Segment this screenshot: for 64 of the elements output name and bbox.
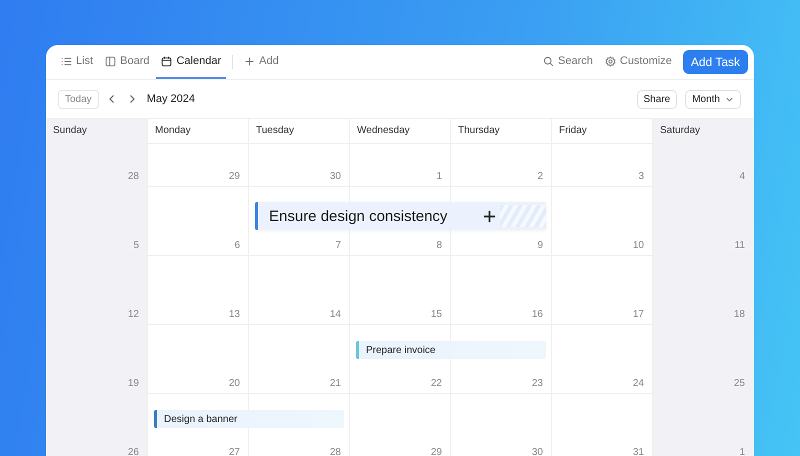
- weekday-header: Thursday: [451, 119, 552, 143]
- weekday-header: Wednesday: [350, 119, 451, 143]
- date-number: 16: [532, 309, 543, 320]
- calendar-icon: [161, 56, 172, 66]
- plus-icon: [244, 56, 256, 66]
- add-view-button[interactable]: Add: [239, 45, 284, 79]
- view-dropdown[interactable]: Month: [685, 90, 741, 108]
- event-bar[interactable]: Design a banner: [154, 410, 344, 428]
- weekday-header: Tuesday: [249, 119, 350, 143]
- date-number: 23: [532, 378, 543, 389]
- date-number: 14: [330, 309, 341, 320]
- search-button[interactable]: Search: [538, 45, 598, 79]
- view-tab[interactable]: Calendar: [156, 45, 226, 79]
- date-number: 5: [133, 240, 139, 251]
- date-number: 26: [128, 447, 139, 456]
- share-button[interactable]: Share: [636, 90, 678, 108]
- date-number: 29: [430, 447, 442, 456]
- date-number: 19: [128, 378, 139, 389]
- date-number: 21: [330, 378, 341, 389]
- event-bar[interactable]: Ensure design consistency: [255, 202, 546, 230]
- list-icon: [61, 56, 72, 66]
- date-number: 15: [430, 309, 442, 320]
- customize-button[interactable]: Customize: [600, 45, 677, 79]
- date-number: 3: [638, 171, 644, 182]
- weekday-header: Sunday: [46, 119, 148, 143]
- date-number: 18: [734, 309, 745, 320]
- view-tab[interactable]: Board: [100, 45, 154, 79]
- date-number: 29: [228, 171, 240, 182]
- date-number: 22: [430, 378, 442, 389]
- date-number: 13: [228, 309, 240, 320]
- date-number: 12: [128, 309, 139, 320]
- date-number: 28: [330, 447, 341, 456]
- date-number: 2: [537, 171, 543, 182]
- date-number: 7: [335, 240, 341, 251]
- today-button[interactable]: Today: [58, 90, 99, 108]
- event-bar[interactable]: Prepare invoice: [356, 341, 546, 359]
- date-number: 1: [436, 171, 442, 182]
- date-number: 20: [228, 378, 240, 389]
- date-number: 30: [532, 447, 543, 456]
- month-title: May 2024: [146, 93, 195, 105]
- date-number: 17: [632, 309, 644, 320]
- date-number: 11: [734, 240, 745, 251]
- date-number: 4: [739, 171, 745, 182]
- view-tab[interactable]: List: [56, 45, 98, 79]
- chevron-left-icon: [106, 94, 117, 104]
- add-task-button[interactable]: Add Task: [682, 50, 748, 74]
- date-number: 6: [234, 240, 240, 251]
- date-number: 1: [739, 447, 745, 456]
- search-icon: [543, 56, 554, 66]
- date-number: 25: [734, 378, 745, 389]
- date-number: 8: [436, 240, 442, 251]
- date-number: 28: [128, 171, 139, 182]
- date-number: 10: [632, 240, 644, 251]
- board-icon: [105, 56, 116, 66]
- date-number: 31: [632, 447, 644, 456]
- date-number: 24: [632, 378, 644, 389]
- move-cursor-icon: [483, 210, 496, 222]
- weekday-header: Monday: [148, 119, 249, 143]
- date-number: 27: [228, 447, 240, 456]
- date-number: 30: [330, 171, 341, 182]
- settings-icon: [604, 56, 616, 66]
- date-number: 9: [537, 240, 543, 251]
- weekday-header: Saturday: [653, 119, 754, 143]
- drag-stripes-drawing: [500, 205, 546, 227]
